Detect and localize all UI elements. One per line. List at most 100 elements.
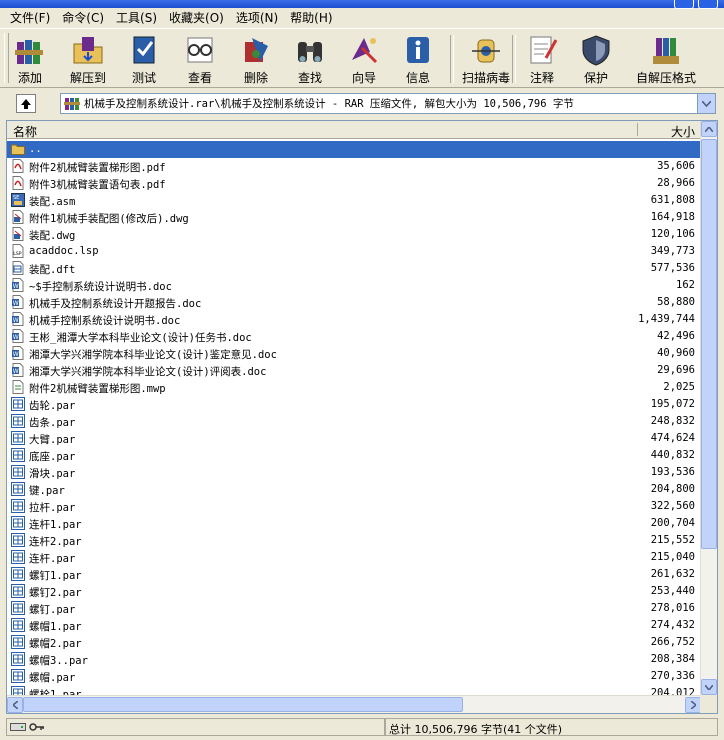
toolbar-button-book-test[interactable]: 测试 <box>126 32 162 86</box>
menu-item-3[interactable]: 收藏夹(O) <box>163 9 230 27</box>
menu-item-0[interactable]: 文件(F) <box>4 9 56 27</box>
toolbar-button-sfx[interactable]: 自解压格式 <box>636 32 696 86</box>
file-name: 附件3机械臂装置语句表.pdf <box>29 179 166 191</box>
menu-item-4[interactable]: 选项(N) <box>230 9 284 27</box>
sfx-icon <box>648 32 684 68</box>
par-file-icon <box>11 601 25 615</box>
table-row[interactable]: 螺钉1.par 261,632 <box>7 566 701 583</box>
table-row[interactable]: 附件3机械臂装置语句表.pdf 28,966 <box>7 175 701 192</box>
menu-bar: 文件(F) 命令(C) 工具(S) 收藏夹(O) 选项(N) 帮助(H) <box>0 8 724 28</box>
drive-icon[interactable] <box>10 722 26 732</box>
title-bar[interactable] <box>0 0 724 9</box>
table-row[interactable]: 齿条.par 248,832 <box>7 413 701 430</box>
table-row[interactable]: W 湘潭大学兴湘学院本科毕业论文(设计)鉴定意见.doc 40,960 <box>7 345 701 362</box>
scroll-left-button[interactable] <box>7 697 23 713</box>
table-row[interactable]: 拉杆.par 322,560 <box>7 498 701 515</box>
file-size: 195,072 <box>650 398 695 410</box>
column-divider[interactable] <box>637 123 638 136</box>
file-rows: .. 附件2机械臂装置梯形图.pdf 35,606 附件3机械臂装置语句表.pdf 28… <box>7 141 701 695</box>
file-name: 湘潭大学兴湘学院本科毕业论文(设计)鉴定意见.doc <box>29 349 277 361</box>
file-name: 连杆1.par <box>29 519 82 531</box>
file-name: 齿条.par <box>29 417 76 429</box>
par-file-icon <box>11 584 25 598</box>
table-row[interactable]: 连杆2.par 215,552 <box>7 532 701 549</box>
table-row[interactable]: 连杆.par 215,040 <box>7 549 701 566</box>
file-name: 螺钉.par <box>29 604 76 616</box>
table-row[interactable]: 螺钉.par 278,016 <box>7 600 701 617</box>
address-dropdown-button[interactable] <box>697 94 715 113</box>
vertical-scroll-thumb[interactable] <box>701 139 717 549</box>
table-row[interactable]: W 湘潭大学兴湘学院本科毕业论文(设计)评阅表.doc 29,696 <box>7 362 701 379</box>
file-name: 螺帽1.par <box>29 621 82 633</box>
table-row[interactable]: 附件2机械臂装置梯形图.pdf 35,606 <box>7 158 701 175</box>
toolbar-button-wizard[interactable]: 向导 <box>346 32 382 86</box>
toolbar-button-virus-scan[interactable]: 扫描病毒 <box>462 32 510 86</box>
file-name: 螺钉1.par <box>29 570 82 582</box>
toolbar-button-book-delete[interactable]: 删除 <box>238 32 274 86</box>
file-name: 机械手控制系统设计说明书.doc <box>29 315 181 327</box>
file-name: 螺帽2.par <box>29 638 82 650</box>
toolbar-button-label: 信息 <box>405 71 430 85</box>
table-row[interactable]: 齿轮.par 195,072 <box>7 396 701 413</box>
table-row[interactable]: LSP acaddoc.lsp 349,773 <box>7 243 701 260</box>
toolbar-button-info[interactable]: 信息 <box>400 32 436 86</box>
table-row[interactable]: W 王彬_湘潭大学本科毕业论文(设计)任务书.doc 42,496 <box>7 328 701 345</box>
svg-text:W: W <box>13 334 19 341</box>
table-row[interactable]: 大臂.par 474,624 <box>7 430 701 447</box>
column-header-name[interactable]: 名称 <box>13 123 37 140</box>
table-row[interactable]: 底座.par 440,832 <box>7 447 701 464</box>
toolbar-button-label: 添加 <box>17 71 42 85</box>
toolbar-button-glasses-view[interactable]: 查看 <box>182 32 218 86</box>
file-list[interactable]: 名称 大小 .. 附件2机械臂装置梯形图.pdf 35,606 附件3机械臂装置语句表… <box>6 120 718 714</box>
menu-item-1[interactable]: 命令(C) <box>56 9 110 27</box>
scroll-down-button[interactable] <box>701 679 717 695</box>
toolbar-button-folder-extract[interactable]: 解压到 <box>70 32 106 86</box>
table-row[interactable]: 螺帽1.par 274,432 <box>7 617 701 634</box>
table-row[interactable]: 连杆1.par 200,704 <box>7 515 701 532</box>
toolbar-button-books-add[interactable]: 添加 <box>12 32 48 86</box>
table-row[interactable]: 装配.dft 577,536 <box>7 260 701 277</box>
vertical-scrollbar[interactable] <box>700 121 717 695</box>
folder-extract-icon <box>70 32 106 68</box>
pdf-file-icon <box>11 176 25 190</box>
scroll-right-button[interactable] <box>685 697 701 713</box>
table-row[interactable]: 螺帽3..par 208,384 <box>7 651 701 668</box>
file-size: 1,439,744 <box>638 313 695 325</box>
file-size: 577,536 <box>650 262 695 274</box>
toolbar-button-binoculars[interactable]: 查找 <box>292 32 328 86</box>
table-row[interactable]: 附件1机械手装配图(修改后).dwg 164,918 <box>7 209 701 226</box>
file-name: 装配.asm <box>29 196 76 208</box>
table-row[interactable]: W 机械手控制系统设计说明书.doc 1,439,744 <box>7 311 701 328</box>
table-row[interactable]: SE 装配.asm 631,808 <box>7 192 701 209</box>
file-size: 274,432 <box>650 619 695 631</box>
table-row[interactable]: 螺帽.par 270,336 <box>7 668 701 685</box>
menu-item-2[interactable]: 工具(S) <box>110 9 163 27</box>
table-row[interactable]: W 机械手及控制系统设计开题报告.doc 58,880 <box>7 294 701 311</box>
par-file-icon <box>11 448 25 462</box>
file-name: 拉杆.par <box>29 502 76 514</box>
chevron-down-icon <box>705 684 713 690</box>
table-row[interactable]: 键.par 204,800 <box>7 481 701 498</box>
key-icon[interactable] <box>29 721 45 733</box>
table-row[interactable]: 附件2机械臂装置梯形图.mwp 2,025 <box>7 379 701 396</box>
horizontal-scrollbar[interactable] <box>7 695 701 713</box>
file-size: 278,016 <box>650 602 695 614</box>
up-folder-button[interactable] <box>16 94 36 113</box>
toolbar-grip[interactable] <box>4 33 9 83</box>
scroll-up-button[interactable] <box>701 121 717 137</box>
table-row[interactable]: W ~$手控制系统设计说明书.doc 162 <box>7 277 701 294</box>
doc-file-icon: W <box>11 346 25 360</box>
horizontal-scroll-thumb[interactable] <box>23 697 463 712</box>
table-row[interactable]: 螺钉2.par 253,440 <box>7 583 701 600</box>
table-row[interactable]: .. <box>7 141 701 158</box>
table-row[interactable]: 螺帽2.par 266,752 <box>7 634 701 651</box>
toolbar-button-shield[interactable]: 保护 <box>578 32 614 86</box>
menu-item-5[interactable]: 帮助(H) <box>284 9 338 27</box>
column-header-size[interactable]: 大小 <box>671 123 695 140</box>
par-file-icon <box>11 482 25 496</box>
toolbar-button-comment[interactable]: 注释 <box>524 32 560 86</box>
table-row[interactable]: 装配.dwg 120,106 <box>7 226 701 243</box>
table-row[interactable]: 滑块.par 193,536 <box>7 464 701 481</box>
table-row[interactable]: 螺栓1.par 204,012 <box>7 685 701 695</box>
address-combobox[interactable]: 机械手及控制系统设计.rar\机械手及控制系统设计 - RAR 压缩文件, 解包… <box>60 93 716 114</box>
